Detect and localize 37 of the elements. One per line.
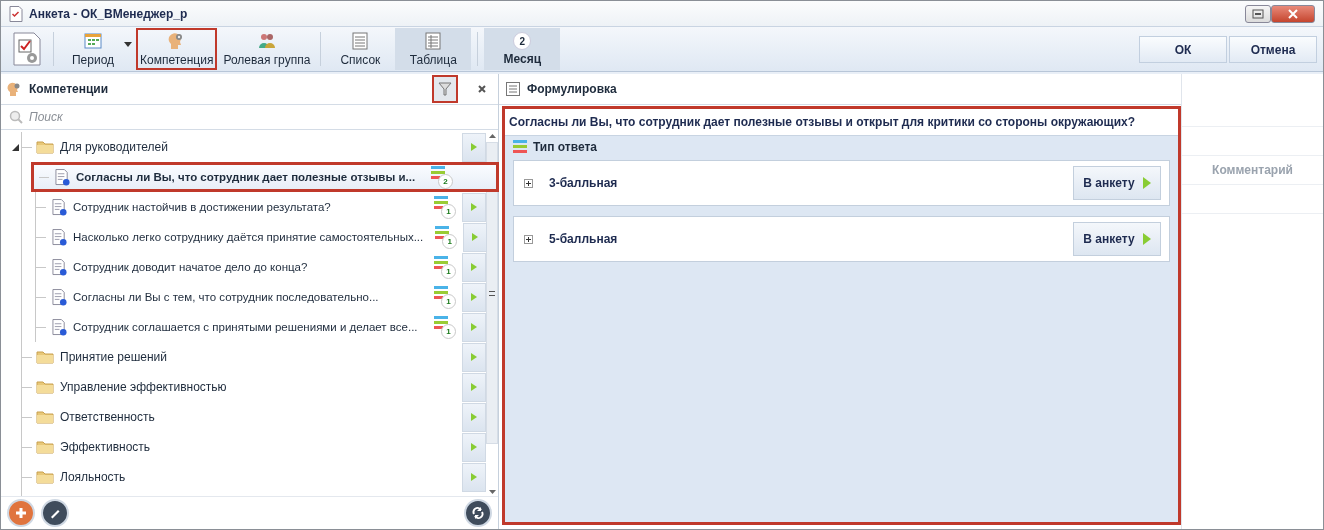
tree-item[interactable]: Ответственность	[60, 410, 155, 424]
answer-type-name: 3-балльная	[549, 176, 618, 190]
tree-row[interactable]: Сотрудник настойчив в достижении результата? 1	[36, 192, 486, 222]
tree-item[interactable]: Управление эффективностью	[60, 380, 227, 394]
search-field[interactable]: Поиск	[29, 110, 429, 124]
count-badge: 1	[441, 294, 456, 309]
window-title: Анкета - ОК_ВМенеджер_р	[29, 6, 188, 21]
count-badge: 1	[442, 234, 458, 249]
tree-row[interactable]: Согласны ли Вы с тем, что сотрудник последовательно... 1	[36, 282, 486, 312]
ok-button[interactable]: ОК	[1139, 36, 1227, 63]
toolbar-button[interactable]: 2 Месяц	[484, 28, 561, 70]
count-badge: 2	[513, 32, 532, 50]
tree-row[interactable]: Сотрудник соглашается с принятыми решениями и делает все... 1	[36, 312, 486, 342]
cancel-button[interactable]: Отмена	[1229, 36, 1317, 63]
tree-row[interactable]: Насколько легко сотруднику даётся принятие самостоятельных... 1	[36, 222, 486, 252]
tree-row[interactable]: Сотрудник доводит начатое дело до конца? 1	[36, 252, 486, 282]
tree-row[interactable]: Согласны ли Вы, что сотрудник дает полезные отзывы и... 2	[31, 162, 499, 192]
toolbar-button[interactable]: Компетенция	[136, 28, 218, 70]
add-to-form-button[interactable]: В анкету	[1073, 222, 1161, 256]
toolbar-button[interactable]: Ролевая группа	[219, 28, 315, 70]
count-badge: 1	[441, 264, 456, 279]
tree-item[interactable]: Принятие решений	[60, 350, 167, 364]
panel-title: Компетенции	[29, 82, 109, 96]
panel-title: Формулировка	[527, 82, 617, 96]
toolbar-button[interactable]: Список	[327, 28, 394, 70]
count-badge: 2	[438, 174, 453, 189]
toolbar-button[interactable]: Таблица	[395, 28, 472, 70]
answer-type-name: 5-балльная	[549, 232, 618, 246]
column-header: Комментарий	[1212, 163, 1293, 177]
period-dropdown[interactable]: Период	[60, 28, 126, 70]
tree-item[interactable]: Для руководителей	[60, 140, 168, 154]
count-badge: 1	[441, 324, 456, 339]
tree-item[interactable]: Эффективность	[60, 440, 151, 454]
add-to-form-button[interactable]: В анкету	[1073, 166, 1161, 200]
count-badge: 1	[441, 204, 456, 219]
section-title: Тип ответа	[533, 140, 598, 154]
tree-item[interactable]: Лояльность	[60, 470, 126, 484]
